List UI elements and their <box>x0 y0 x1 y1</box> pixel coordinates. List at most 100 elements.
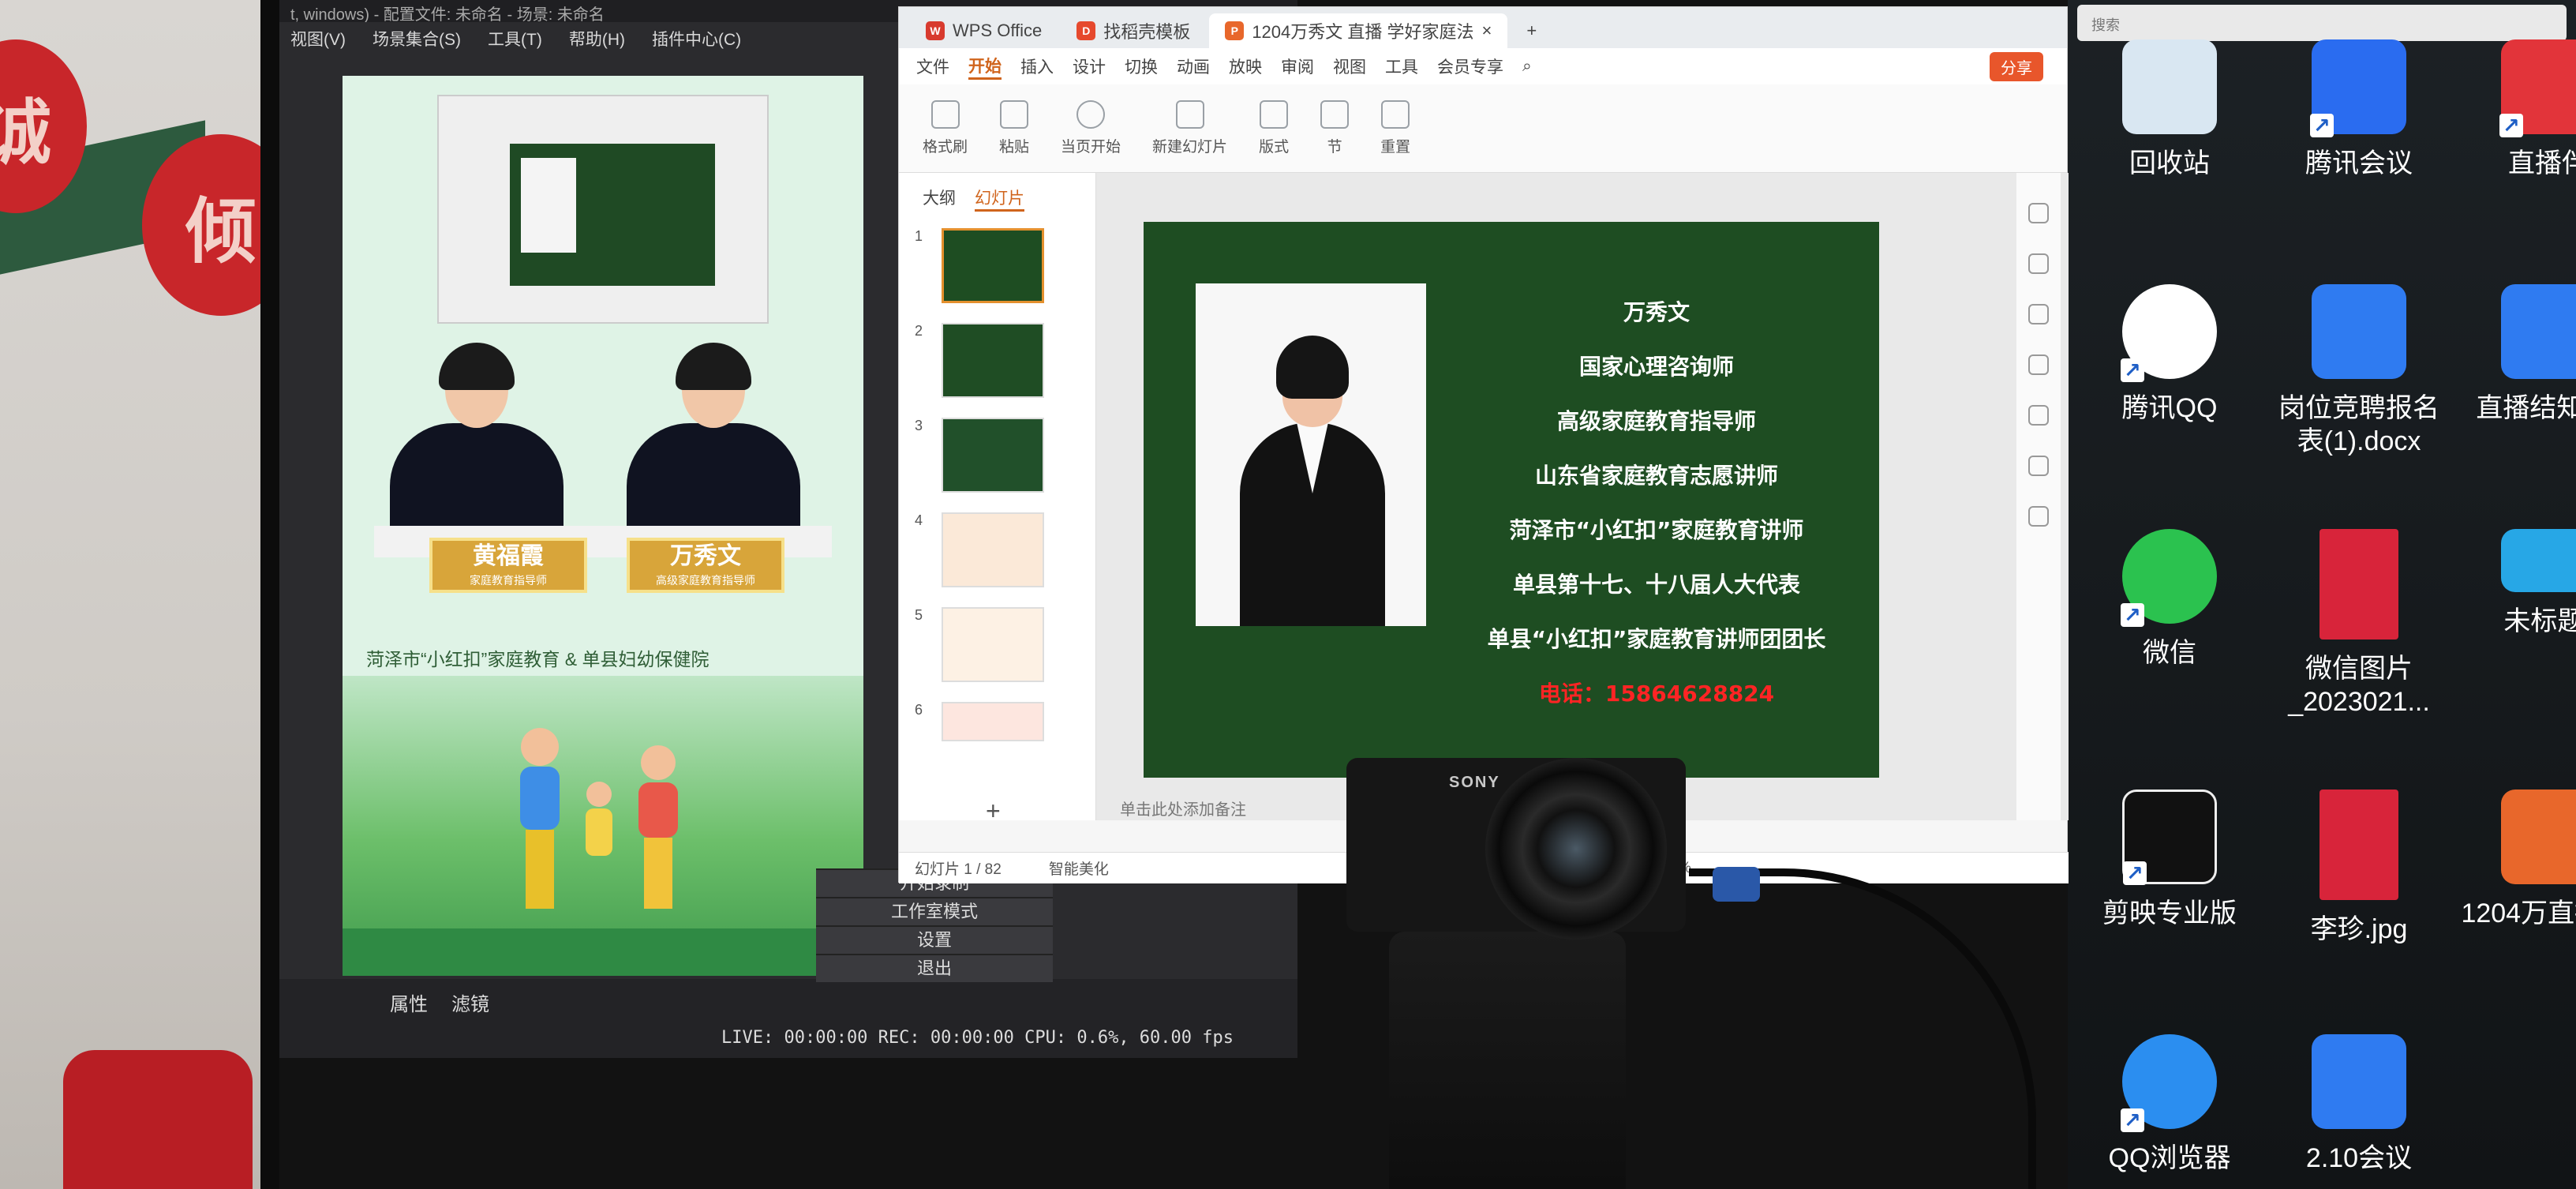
slide-thumb-4[interactable]: 4 <box>915 512 1044 587</box>
smart-beautify-button[interactable]: 智能美化 <box>1049 857 1109 879</box>
obs-menu-plugins[interactable]: 插件中心(C) <box>652 27 741 49</box>
wps-home-tab[interactable]: W WPS Office <box>910 13 1058 48</box>
help-icon[interactable] <box>2028 456 2049 476</box>
new-slide-button[interactable]: 新建幻灯片 <box>1152 100 1227 156</box>
desktop-icon-lizhen-jpg[interactable]: 李珍.jpg <box>2268 790 2450 946</box>
clipboard-icon <box>1000 100 1029 129</box>
notes-placeholder[interactable]: 单击此处添加备注 <box>1120 797 1246 820</box>
slide-line: 山东省家庭教育志愿讲师 <box>1534 463 1778 489</box>
obs-menu-scene-collection[interactable]: 场景集合(S) <box>373 27 461 49</box>
thumb-image <box>942 702 1044 741</box>
slide-thumb-3[interactable]: 3 <box>915 418 1044 493</box>
desktop-icon-job-form[interactable]: 岗位竞聘报名表(1).docx <box>2268 284 2450 458</box>
ribbon-label: 节 <box>1327 139 1342 156</box>
section-button[interactable]: 节 <box>1320 100 1350 156</box>
desktop-icon-qq[interactable]: 腾讯QQ <box>2079 284 2260 425</box>
desktop-icon-recycle-bin[interactable]: 回收站 <box>2079 39 2260 180</box>
thumb-image <box>942 323 1044 398</box>
desktop-icon-live-notice[interactable]: 直播结知.do <box>2458 284 2576 425</box>
copy-icon[interactable] <box>2028 304 2049 324</box>
slides-tab[interactable]: 幻灯片 <box>975 186 1024 212</box>
star-icon[interactable] <box>2028 253 2049 274</box>
menu-transitions[interactable]: 切换 <box>1125 54 1158 78</box>
slide-counter: 幻灯片 1 / 82 <box>915 861 1002 878</box>
word-doc-icon <box>2312 1034 2406 1129</box>
menu-tools[interactable]: 工具 <box>1385 54 1418 78</box>
slide-thumb-6[interactable]: 6 <box>915 702 1044 741</box>
add-slide-button[interactable]: + <box>986 797 1001 826</box>
obs-bottom-tabs: 属性 滤镜 <box>390 988 489 1016</box>
menu-file[interactable]: 文件 <box>916 54 949 78</box>
slide-thumb-5[interactable]: 5 <box>915 607 1044 682</box>
icon-label: 直播伴 <box>2508 148 2576 178</box>
desktop-icon-capcut[interactable]: 剪映专业版 <box>2079 790 2260 930</box>
ribbon-label: 新建幻灯片 <box>1152 139 1228 156</box>
desktop-icon-meeting-doc[interactable]: 2.10会议 <box>2268 1034 2450 1175</box>
docer-icon: D <box>1076 21 1096 40</box>
shape-icon[interactable] <box>2028 354 2049 375</box>
desktop-icon-qq-browser[interactable]: QQ浏览器 <box>2079 1034 2260 1175</box>
wps-workspace: 大纲 幻灯片 1 2 3 4 5 6 + 万秀文 国家心理咨询师 高级家庭教育指… <box>899 173 2069 825</box>
slide-canvas[interactable]: 万秀文 国家心理咨询师 高级家庭教育指导师 山东省家庭教育志愿讲师 菏泽市“小红… <box>1144 222 1879 778</box>
close-tab-icon[interactable]: × <box>1481 21 1492 41</box>
desktop-icon-wechat-image[interactable]: 微信图片_2023021... <box>2268 529 2450 718</box>
reset-button[interactable]: 重置 <box>1380 100 1410 156</box>
presenter-hair <box>676 343 751 390</box>
slide-thumb-2[interactable]: 2 <box>915 323 1044 398</box>
icon-label: 微信图片_2023021... <box>2288 654 2430 717</box>
desktop-icon-live-ppt[interactable]: 1204万直播 学 <box>2458 790 2576 930</box>
slide-line: 单县“小红扣”家庭教育讲师团团长 <box>1487 626 1826 652</box>
camera-brand: SONY <box>1449 774 1500 791</box>
properties-tab[interactable]: 属性 <box>390 988 428 1016</box>
icon-label: 回收站 <box>2129 148 2210 178</box>
crop-icon[interactable] <box>2028 405 2049 426</box>
search-icon[interactable]: ⌕ <box>1522 57 1532 76</box>
paste-button[interactable]: 粘贴 <box>999 100 1029 156</box>
ppt-icon: P <box>1225 21 1245 40</box>
shortcut-arrow-icon <box>2123 857 2147 890</box>
desktop-icon-live-companion[interactable]: 直播伴 <box>2458 39 2576 180</box>
exit-button[interactable]: 退出 <box>816 955 1053 982</box>
menu-review[interactable]: 审阅 <box>1281 54 1314 78</box>
settings-button[interactable]: 设置 <box>816 927 1053 954</box>
slide-line: 菏泽市“小红扣”家庭教育讲师 <box>1509 517 1804 543</box>
slide-thumb-1[interactable]: 1 <box>915 228 1044 303</box>
play-from-current-button[interactable]: 当页开始 <box>1061 100 1121 156</box>
desktop-search-bar[interactable]: 搜索 <box>2077 5 2567 41</box>
wechat-icon <box>2121 529 2217 632</box>
obs-menu-tools[interactable]: 工具(T) <box>488 27 542 49</box>
desktop-icon-wechat[interactable]: 微信 <box>2079 529 2260 670</box>
obs-menu-help[interactable]: 帮助(H) <box>569 27 625 49</box>
outline-tab[interactable]: 大纲 <box>923 186 956 212</box>
thumb-number: 4 <box>915 512 923 528</box>
menu-design[interactable]: 设计 <box>1073 54 1106 78</box>
ribbon-label: 格式刷 <box>923 139 968 156</box>
obs-preview-canvas[interactable]: 黄福霞 家庭教育指导师 万秀文 高级家庭教育指导师 菏泽市“小红扣”家庭教育 &… <box>343 76 863 976</box>
property-icon[interactable] <box>2028 203 2049 223</box>
slide-line: 高级家庭教育指导师 <box>1556 408 1756 434</box>
filters-tab[interactable]: 滤镜 <box>451 988 489 1016</box>
menu-view[interactable]: 视图 <box>1333 54 1366 78</box>
nameplate-left: 黄福霞 家庭教育指导师 <box>429 538 587 593</box>
thumb-image <box>942 512 1044 587</box>
more-icon[interactable] <box>2028 506 2049 527</box>
template-tab[interactable]: D 找稻壳模板 <box>1061 13 1206 48</box>
desktop-icon-untitled[interactable]: 未标题- <box>2458 529 2576 638</box>
menu-slideshow[interactable]: 放映 <box>1229 54 1262 78</box>
menu-insert[interactable]: 插入 <box>1020 54 1054 78</box>
side-panel-tabs: 大纲 幻灯片 <box>899 173 1095 224</box>
document-tab[interactable]: P 1204万秀文 直播 学好家庭法 × <box>1209 13 1508 48</box>
menu-member[interactable]: 会员专享 <box>1437 54 1503 78</box>
desktop-icon-tencent-meeting[interactable]: 腾讯会议 <box>2268 39 2450 180</box>
thumb-number: 6 <box>915 702 923 718</box>
obs-menu-view[interactable]: 视图(V) <box>290 27 346 49</box>
format-painter-button[interactable]: 格式刷 <box>923 100 968 156</box>
tab-label: 找稻壳模板 <box>1103 22 1191 42</box>
share-button[interactable]: 分享 <box>1990 51 2043 81</box>
studio-mode-button[interactable]: 工作室模式 <box>816 898 1053 925</box>
layout-button[interactable]: 版式 <box>1259 100 1289 156</box>
menu-home[interactable]: 开始 <box>968 54 1002 80</box>
menu-animation[interactable]: 动画 <box>1177 54 1210 78</box>
new-tab-icon[interactable]: + <box>1511 13 1552 48</box>
tencent-meeting-icon <box>2310 39 2406 142</box>
